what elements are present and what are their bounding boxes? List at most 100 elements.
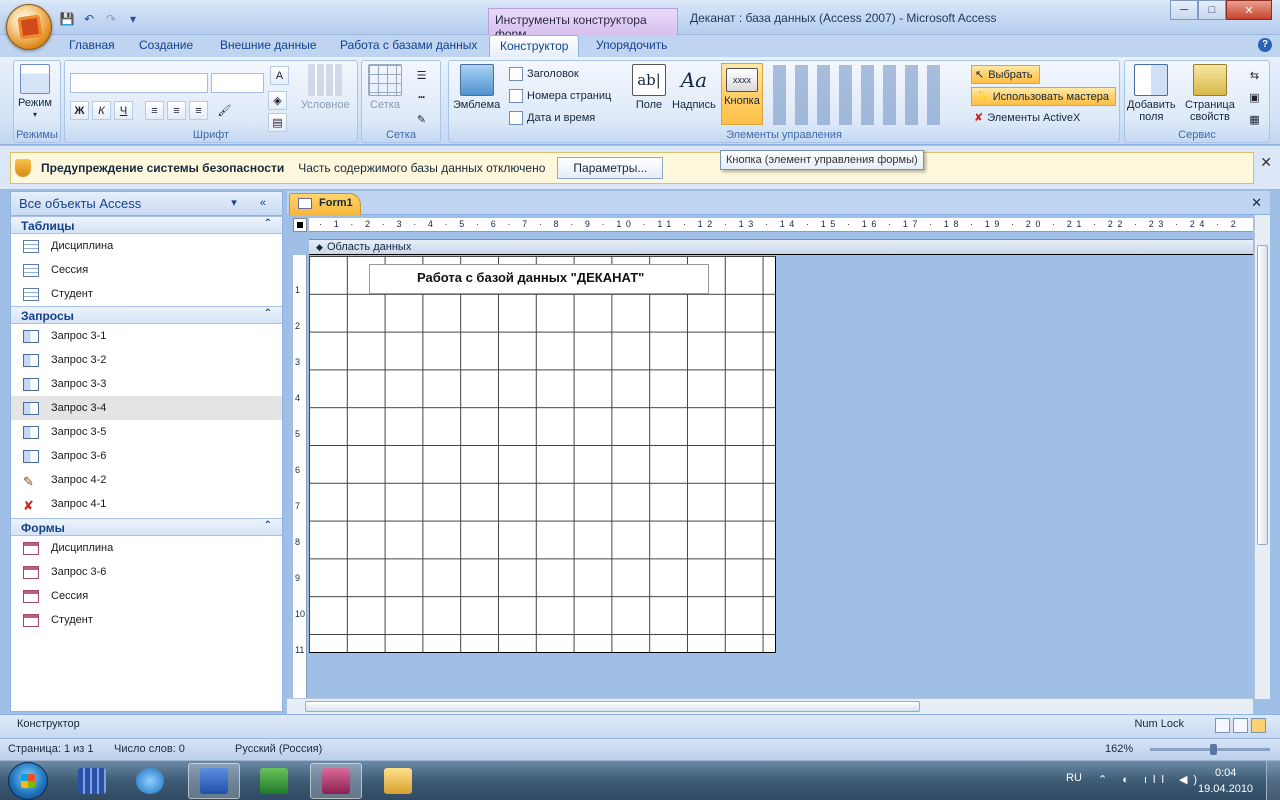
- taskbar-explorer[interactable]: [372, 763, 424, 799]
- align-left-icon[interactable]: ≡: [145, 101, 164, 120]
- nav-item-table[interactable]: Дисциплина: [11, 234, 282, 258]
- form-title-label[interactable]: Работа с базой данных "ДЕКАНАТ": [369, 264, 709, 294]
- design-view-icon[interactable]: [1251, 718, 1266, 733]
- text-box-button[interactable]: ab| Поле: [632, 64, 666, 111]
- font-name-combo[interactable]: [70, 73, 208, 93]
- close-document-icon[interactable]: ✕: [1251, 195, 1262, 211]
- minimize-button[interactable]: ─: [1170, 0, 1198, 20]
- code-icon[interactable]: ▦: [1245, 110, 1264, 129]
- collapse-icon[interactable]: ⌃: [264, 520, 272, 531]
- subform-icon[interactable]: ▣: [1245, 88, 1264, 107]
- font-size-combo[interactable]: [211, 73, 264, 93]
- help-icon[interactable]: ?: [1258, 38, 1272, 52]
- nav-pane-header[interactable]: Все объекты Access ▾ «: [11, 192, 282, 216]
- line-thickness-icon[interactable]: ☰: [412, 66, 431, 85]
- property-sheet-button[interactable]: Страница свойств: [1185, 64, 1235, 123]
- taskbar-word[interactable]: [188, 763, 240, 799]
- nav-item-form[interactable]: Запрос 3-6: [11, 560, 282, 584]
- horizontal-scrollbar[interactable]: [287, 698, 1253, 714]
- nav-item-form[interactable]: Сессия: [11, 584, 282, 608]
- document-tab-form1[interactable]: Form1: [289, 193, 361, 215]
- scroll-thumb[interactable]: [1257, 245, 1268, 545]
- office-button[interactable]: [6, 4, 52, 50]
- activex-button[interactable]: ✘ Элементы ActiveX: [974, 111, 1080, 125]
- fill-color-icon[interactable]: ◈: [268, 91, 287, 110]
- align-right-icon[interactable]: ≡: [189, 101, 208, 120]
- date-time-button[interactable]: Дата и время: [509, 111, 595, 125]
- nav-section-tables[interactable]: Таблицы ⌃: [11, 216, 282, 234]
- nav-item-query[interactable]: ✘ Запрос 4-1: [11, 492, 282, 516]
- add-fields-button[interactable]: Добавить поля: [1127, 64, 1176, 123]
- nav-item-table[interactable]: Сессия: [11, 258, 282, 282]
- taskbar-library-app[interactable]: [66, 763, 118, 799]
- tab-home[interactable]: Главная: [69, 38, 115, 52]
- close-button[interactable]: ✕: [1226, 0, 1272, 20]
- tab-design[interactable]: Конструктор: [489, 35, 580, 58]
- nav-item-query[interactable]: Запрос 3-3: [11, 372, 282, 396]
- line-color-pen-icon[interactable]: ✎: [412, 110, 431, 129]
- title-button[interactable]: Заголовок: [509, 67, 579, 81]
- button-control[interactable]: xxxx Кнопка: [721, 63, 763, 125]
- undo-icon[interactable]: ↶: [80, 10, 98, 28]
- options-button[interactable]: Параметры...: [557, 157, 664, 179]
- tab-arrange[interactable]: Упорядочить: [596, 38, 667, 52]
- layout-view-icon[interactable]: [1233, 718, 1248, 733]
- horizontal-ruler[interactable]: · 1 · 2 · 3 · 4 · 5 · 6 · 7 · 8 · 9 · 10…: [309, 218, 1253, 232]
- nav-item-form[interactable]: Дисциплина: [11, 536, 282, 560]
- nav-item-query[interactable]: ✎ Запрос 4-2: [11, 468, 282, 492]
- nav-item-query[interactable]: Запрос 3-1: [11, 324, 282, 348]
- nav-item-query[interactable]: Запрос 3-2: [11, 348, 282, 372]
- grow-font-icon[interactable]: A: [270, 66, 289, 85]
- underline-button[interactable]: Ч: [114, 101, 133, 120]
- form-view-icon[interactable]: [1215, 718, 1230, 733]
- tab-order-icon[interactable]: ⇆: [1245, 66, 1264, 85]
- line-type-icon[interactable]: ┅: [412, 88, 431, 107]
- language-indicator[interactable]: RU: [1066, 772, 1082, 784]
- italic-button[interactable]: К: [92, 101, 111, 120]
- clock-time[interactable]: 0:04: [1215, 767, 1236, 779]
- customize-qat-icon[interactable]: ▾: [124, 10, 142, 28]
- taskbar-excel[interactable]: [248, 763, 300, 799]
- scroll-thumb[interactable]: [305, 701, 920, 712]
- tab-create[interactable]: Создание: [139, 38, 193, 52]
- tab-external-data[interactable]: Внешние данные: [220, 38, 317, 52]
- page-numbers-button[interactable]: Номера страниц: [509, 89, 611, 103]
- save-icon[interactable]: 💾: [58, 10, 76, 28]
- nav-item-query[interactable]: Запрос 3-6: [11, 444, 282, 468]
- nav-pane-toggle-icon[interactable]: ▾ «: [231, 196, 276, 209]
- taskbar-access[interactable]: [310, 763, 362, 799]
- select-button[interactable]: ↖ Выбрать: [971, 65, 1040, 84]
- align-center-icon[interactable]: ≡: [167, 101, 186, 120]
- nav-item-query-selected[interactable]: Запрос 3-4: [11, 396, 282, 420]
- tray-icons[interactable]: ⌃ ◐ ıll ◀): [1098, 773, 1203, 786]
- clock-date[interactable]: 19.04.2010: [1198, 783, 1253, 795]
- nav-section-queries[interactable]: Запросы ⌃: [11, 306, 282, 324]
- grid-button[interactable]: Сетка: [368, 64, 402, 111]
- nav-item-query[interactable]: Запрос 3-5: [11, 420, 282, 444]
- show-desktop-button[interactable]: [1266, 761, 1280, 800]
- use-wizards-button[interactable]: ✨ Использовать мастера: [971, 87, 1116, 106]
- redo-icon[interactable]: ↷: [102, 10, 120, 28]
- format-painter-icon[interactable]: 🖌: [215, 101, 234, 120]
- start-button[interactable]: [8, 762, 48, 800]
- close-message-bar-icon[interactable]: ✕: [1260, 154, 1272, 171]
- bold-button[interactable]: Ж: [70, 101, 89, 120]
- vertical-ruler[interactable]: 1 2 3 4 5 6 7 8 9 10 11: [293, 255, 307, 699]
- nav-item-table[interactable]: Студент: [11, 282, 282, 306]
- form-selector[interactable]: [293, 218, 307, 232]
- maximize-button[interactable]: □: [1198, 0, 1226, 20]
- vertical-scrollbar[interactable]: [1254, 215, 1270, 699]
- tab-database-tools[interactable]: Работа с базами данных: [340, 38, 477, 52]
- section-header-detail[interactable]: ◆ Область данных: [309, 239, 1253, 255]
- logo-button[interactable]: Эмблема: [453, 64, 500, 111]
- collapse-icon[interactable]: ⌃: [264, 218, 272, 229]
- conditional-format-button[interactable]: Условное: [301, 64, 350, 111]
- taskbar-internet-explorer[interactable]: [124, 763, 176, 799]
- nav-item-form[interactable]: Студент: [11, 608, 282, 632]
- collapse-icon[interactable]: ⌃: [264, 308, 272, 319]
- view-button[interactable]: Режим ▾: [18, 64, 52, 121]
- label-button[interactable]: Aa Надпись: [672, 64, 716, 111]
- nav-section-forms[interactable]: Формы ⌃: [11, 518, 282, 536]
- detail-section-grid[interactable]: Работа с базой данных "ДЕКАНАТ": [309, 256, 776, 653]
- zoom-slider-knob[interactable]: [1210, 744, 1217, 755]
